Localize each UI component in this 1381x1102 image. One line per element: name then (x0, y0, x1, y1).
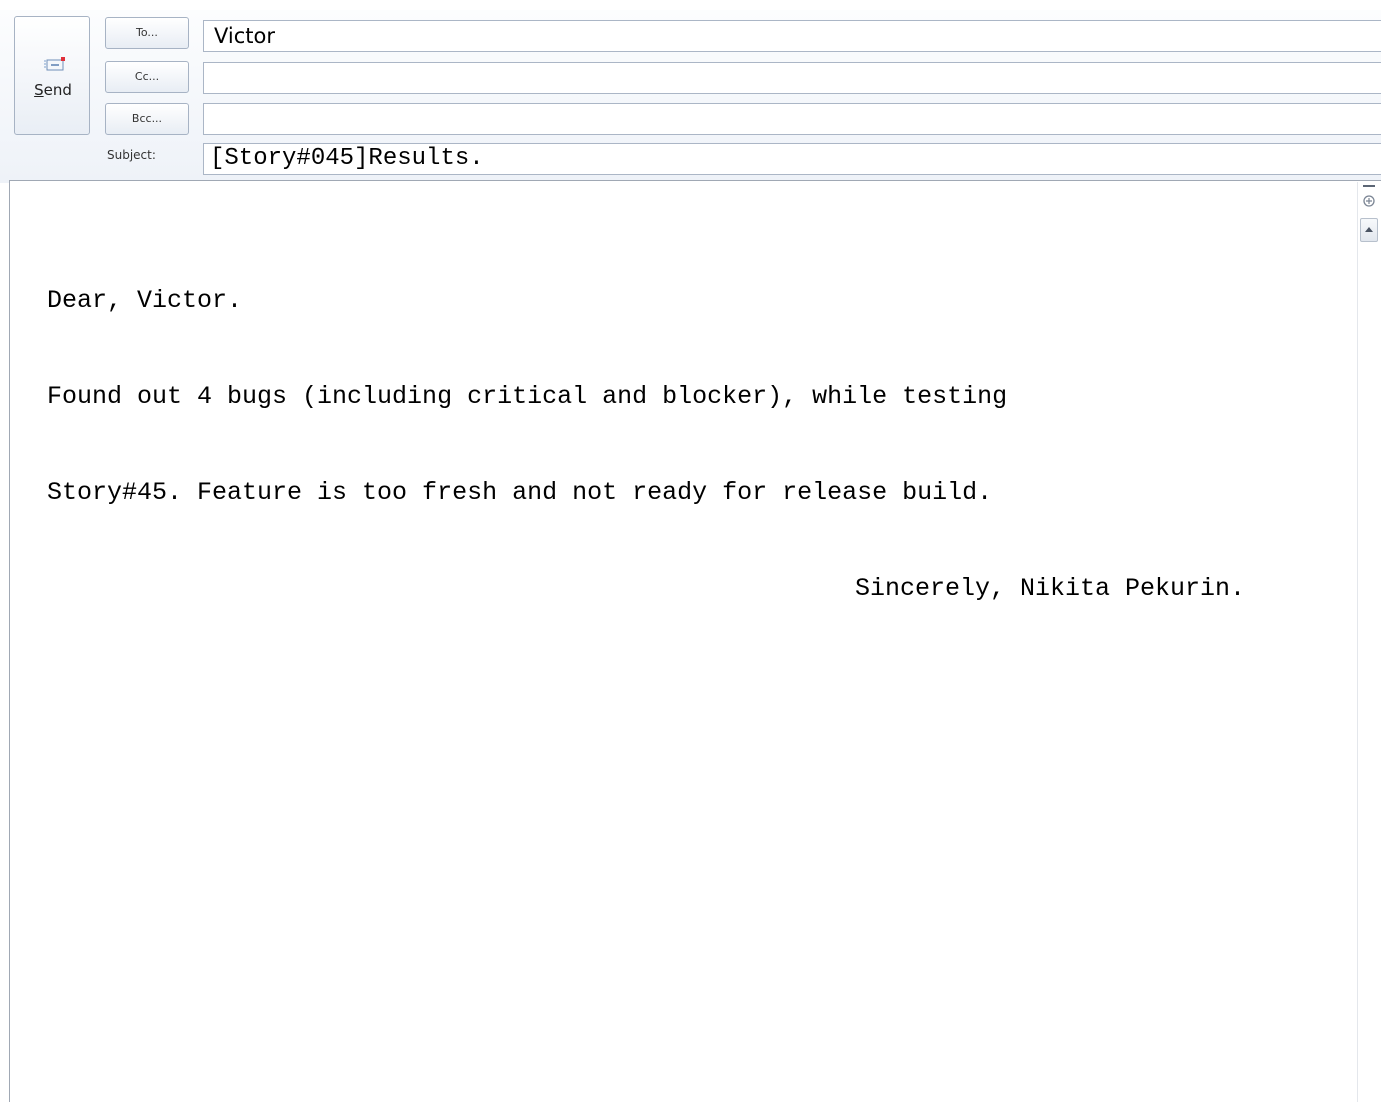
to-button[interactable]: To... (105, 17, 189, 49)
scroll-up-button[interactable] (1360, 218, 1378, 242)
body-line-greeting: Dear, Victor. (47, 286, 243, 315)
send-button-label: Send (34, 81, 72, 99)
message-body[interactable]: Dear, Victor. Found out 4 bugs (includin… (9, 180, 1381, 1102)
subject-label: Subject: (107, 148, 156, 162)
bcc-field[interactable] (203, 103, 1381, 135)
to-field[interactable]: Victor (203, 20, 1381, 52)
envelope-send-icon (44, 57, 65, 71)
body-signature: Sincerely, Nikita Pekurin. (855, 574, 1246, 603)
subject-field[interactable]: [Story#045]Results. (203, 143, 1381, 175)
body-line-conclusion: Story#45. Feature is too fresh and not r… (47, 478, 993, 507)
cc-button[interactable]: Cc... (105, 61, 189, 93)
bcc-button[interactable]: Bcc... (105, 103, 189, 135)
cc-field[interactable] (203, 62, 1381, 94)
message-body-text: Dear, Victor. Found out 4 bugs (includin… (47, 221, 1245, 669)
email-compose-window: Send To... Cc... Bcc... Victor Subject: … (0, 0, 1381, 1102)
vertical-scrollbar[interactable] (1357, 182, 1381, 1102)
split-view-icon[interactable] (1361, 184, 1377, 214)
body-line-findings: Found out 4 bugs (including critical and… (47, 382, 1008, 411)
scroll-up-arrow-icon (1365, 227, 1373, 232)
send-button[interactable]: Send (14, 16, 90, 135)
